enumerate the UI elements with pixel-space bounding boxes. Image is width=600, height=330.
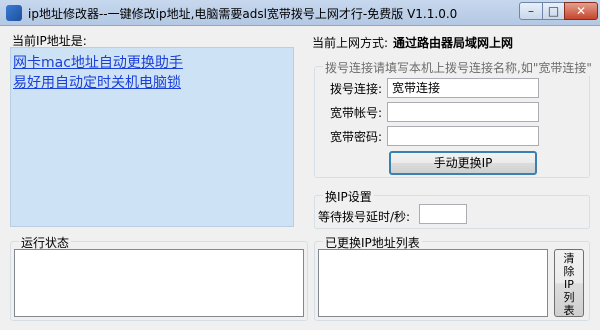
clear-list-char-5: 表 bbox=[563, 304, 575, 317]
promo-link-mac-changer[interactable]: 网卡mac地址自动更换助手 bbox=[13, 52, 183, 72]
title-bar[interactable]: ip地址修改器--一键修改ip地址,电脑需要adsl宽带拨号上网才行-免费版 V… bbox=[0, 0, 600, 26]
switch-ip-legend: 换IP设置 bbox=[323, 188, 374, 205]
promo-link-shutdown-lock[interactable]: 易好用自动定时关机电脑锁 bbox=[13, 72, 181, 92]
clear-list-char-3: IP bbox=[564, 278, 574, 291]
window-title: ip地址修改器--一键修改ip地址,电脑需要adsl宽带拨号上网才行-免费版 V… bbox=[28, 7, 458, 21]
clear-list-char-2: 除 bbox=[563, 265, 575, 278]
password-label: 宽带密码: bbox=[330, 130, 383, 144]
current-ip-panel: 网卡mac地址自动更换助手 易好用自动定时关机电脑锁 bbox=[10, 47, 294, 227]
change-ip-button[interactable]: 手动更换IP bbox=[389, 151, 537, 175]
connection-label: 拨号连接: bbox=[330, 82, 383, 96]
delay-label: 等待拨号延时/秒: bbox=[318, 210, 411, 224]
password-input[interactable] bbox=[387, 126, 539, 146]
net-mode-value: 通过路由器局域网上网 bbox=[393, 36, 514, 50]
maximize-button[interactable]: □ bbox=[542, 2, 565, 20]
clear-list-char-4: 列 bbox=[563, 291, 575, 304]
clear-list-char-1: 清 bbox=[563, 252, 575, 265]
dial-settings-legend: 拨号连接请填写本机上拨号连接名称,如"宽带连接" bbox=[323, 59, 594, 76]
account-label: 宽带帐号: bbox=[330, 106, 383, 120]
minimize-button[interactable]: – bbox=[519, 2, 543, 20]
account-input[interactable] bbox=[387, 102, 539, 122]
connection-name-input[interactable]: 宽带连接 bbox=[387, 78, 539, 98]
delay-input[interactable] bbox=[419, 204, 467, 224]
app-icon bbox=[6, 5, 22, 21]
net-mode-label: 当前上网方式: bbox=[312, 36, 389, 50]
status-log[interactable] bbox=[14, 249, 304, 317]
clear-list-button[interactable]: 清 除 IP 列 表 bbox=[554, 249, 584, 317]
ip-history-list[interactable] bbox=[318, 249, 548, 317]
close-button[interactable]: ✕ bbox=[564, 2, 598, 20]
